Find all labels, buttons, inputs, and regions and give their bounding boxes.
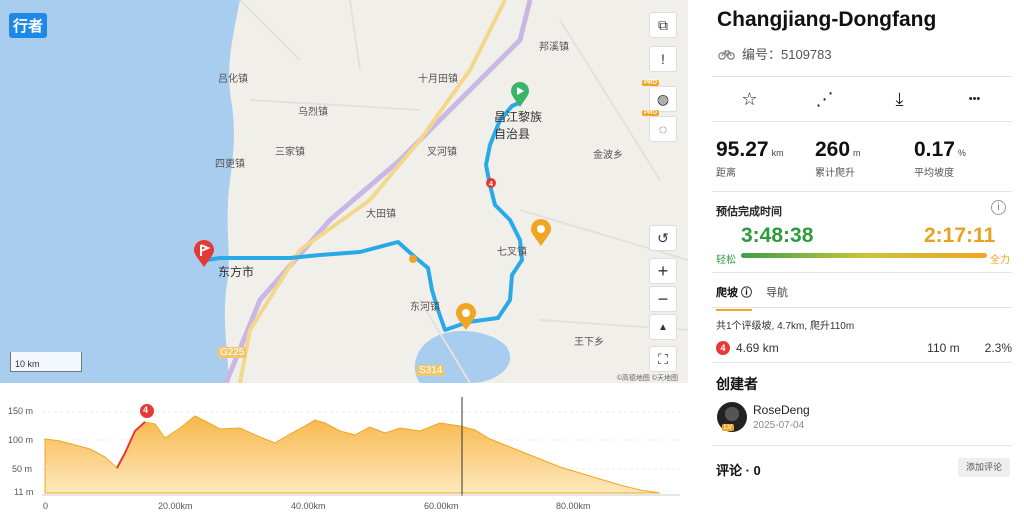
- route-line: [205, 101, 524, 332]
- y-tick: 50 m: [12, 464, 33, 474]
- route-title: Changjiang-Dongfang: [717, 8, 937, 31]
- info-icon[interactable]: i: [991, 200, 1006, 215]
- x-tick: 60.00km: [424, 501, 459, 511]
- compass-icon[interactable]: ▲: [649, 314, 677, 340]
- action-bar: ☆ ⋰ ⤓ •••: [712, 76, 1012, 122]
- globe-icon[interactable]: ◍: [649, 86, 677, 112]
- stat-label: 累计爬升: [815, 168, 855, 179]
- stat-unit: m: [853, 148, 861, 158]
- climb-row[interactable]: 4 4.69 km 110 m 2.3%: [716, 341, 1012, 355]
- map-label: 王下乡: [574, 337, 604, 348]
- y-tick: 11 m: [14, 487, 34, 497]
- map-label: 邦溪镇: [539, 42, 569, 53]
- climb-gain: 110 m: [927, 341, 960, 355]
- route-stats: 95.27 km 距离 260 m 累计爬升 0.17% 平均坡度: [716, 138, 1016, 179]
- eta-title: 预估完成时间: [716, 206, 782, 218]
- eta-easy-label: 轻松: [716, 255, 736, 266]
- stat-label: 距离: [716, 168, 736, 179]
- finish-marker-icon[interactable]: [193, 240, 215, 268]
- stat-label: 平均坡度: [914, 168, 954, 179]
- stat-avg-grade: 0.17% 平均坡度: [914, 138, 1013, 179]
- bicycle-icon: [718, 49, 735, 60]
- y-tick: 100 m: [8, 435, 34, 445]
- pro-badge: PRO: [642, 110, 660, 116]
- climb-distance: 4.69 km: [736, 341, 779, 355]
- x-tick: 40.00km: [291, 501, 326, 511]
- map-label: 十月田镇: [418, 74, 458, 85]
- stat-unit: %: [957, 148, 966, 158]
- zoom-in-button[interactable]: +: [649, 258, 677, 284]
- x-tick: 20.00km: [158, 501, 193, 511]
- add-comment-button[interactable]: 添加评论: [958, 458, 1010, 477]
- divider: [712, 445, 1012, 446]
- reset-view-icon[interactable]: ↺: [649, 225, 677, 251]
- pro-badge: PRO: [642, 80, 660, 86]
- map-label: 吕化镇: [218, 74, 248, 85]
- download-icon[interactable]: ⤓: [880, 89, 920, 110]
- creator-name[interactable]: RoseDeng: [753, 403, 810, 417]
- climb-category-icon: 4: [716, 341, 730, 355]
- route-detail-panel: Changjiang-Dongfang 编号：5109783 ☆ ⋰ ⤓ •••…: [700, 0, 1024, 520]
- climb-grade: 2.3%: [984, 341, 1012, 355]
- map-copyright: ©高德地图 ©天地图: [616, 375, 678, 382]
- stat-value: 260: [815, 138, 851, 161]
- eta-easy-time: 3:48:38: [741, 224, 814, 247]
- fullscreen-icon[interactable]: ⛶: [649, 346, 677, 372]
- waypoint-marker-icon[interactable]: [530, 219, 552, 247]
- share-icon[interactable]: ⋰: [805, 89, 845, 110]
- climb-summary: 共1个评级坡, 4.7km, 爬升110m: [716, 321, 855, 332]
- level-badge: LV: [722, 424, 735, 431]
- map-scale: 10 km: [10, 352, 82, 372]
- divider: [712, 307, 1012, 308]
- x-tick: 80.00km: [556, 501, 591, 511]
- elevation-profile[interactable]: 4 150 m 100 m 50 m 11 m 0 20.00km 40.00k…: [0, 383, 688, 520]
- feedback-icon[interactable]: !: [649, 46, 677, 72]
- favorite-icon[interactable]: ☆: [730, 89, 770, 110]
- waypoint-marker-icon[interactable]: [455, 303, 477, 331]
- stat-distance: 95.27 km 距离: [716, 138, 815, 179]
- map-label: 乌烈镇: [298, 107, 328, 118]
- satellite-icon[interactable]: ◌: [649, 116, 677, 142]
- map-label: 七叉镇: [497, 247, 527, 258]
- creator-heading: 创建者: [716, 376, 758, 392]
- more-icon[interactable]: •••: [955, 93, 995, 105]
- stat-unit: km: [771, 148, 784, 158]
- road-badge: G225: [218, 347, 247, 358]
- divider: [712, 362, 1012, 363]
- road-badge: S314: [417, 365, 445, 376]
- map-label: 东河镇: [410, 302, 440, 313]
- route-map[interactable]: 4 行者 吕化镇 十月田镇 邦溪镇 乌烈镇 三家镇 叉河镇 金波乡 四更镇 大田…: [0, 0, 688, 383]
- eta-hard-label: 全力: [990, 255, 1010, 266]
- eta-hard-time: 2:17:11: [924, 224, 996, 247]
- map-label: 大田镇: [366, 209, 396, 220]
- x-tick: 0: [43, 501, 49, 511]
- svg-text:4: 4: [489, 181, 493, 188]
- y-tick: 150 m: [8, 406, 34, 416]
- divider: [712, 191, 1012, 192]
- layers-icon[interactable]: ⧉: [649, 12, 677, 38]
- stat-elevation-gain: 260 m 累计爬升: [815, 138, 914, 179]
- map-label: 金波乡: [593, 150, 623, 161]
- comments-heading: 评论 · 0: [716, 463, 761, 478]
- route-id-row: 编号：5109783: [718, 44, 832, 63]
- brand-logo: 行者: [9, 13, 48, 38]
- map-label: 东方市: [218, 265, 255, 279]
- stat-value: 95.27: [716, 138, 769, 161]
- map-label: 昌江黎族自治县: [494, 110, 543, 141]
- map-label: 叉河镇: [427, 147, 457, 158]
- creator-date: 2025-07-04: [753, 420, 805, 431]
- start-marker-icon[interactable]: [510, 82, 530, 108]
- zoom-out-button[interactable]: −: [649, 286, 677, 312]
- stat-value: 0.17: [914, 138, 955, 161]
- divider: [712, 272, 1012, 273]
- route-id: 编号：5109783: [742, 47, 832, 62]
- map-label: 三家镇: [275, 147, 305, 158]
- effort-gradient-bar: [741, 253, 987, 258]
- climb-badge-icon: 4: [143, 405, 149, 415]
- map-label: 四更镇: [215, 159, 245, 170]
